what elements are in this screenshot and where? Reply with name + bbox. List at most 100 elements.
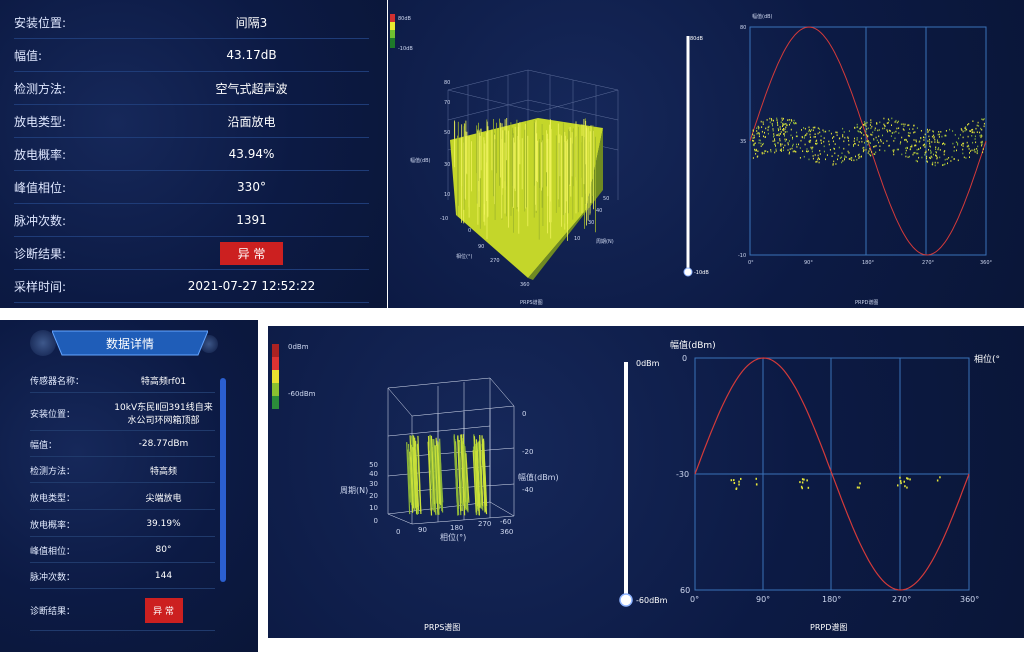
prpd-ylabel: 幅值(dB): [752, 13, 773, 20]
prpd-point: [781, 150, 782, 152]
prpd-point: [816, 160, 818, 163]
prpd-point: [940, 131, 942, 133]
prpd-point: [773, 134, 775, 137]
prpd-point: [878, 141, 880, 144]
prpd-point: [909, 478, 911, 481]
prpd-point: [935, 151, 937, 153]
prpd-point: [962, 148, 964, 151]
prpd-point: [878, 135, 880, 138]
prpd-point: [803, 137, 805, 139]
prpd-point: [817, 127, 819, 129]
prpd-point: [819, 150, 821, 152]
prpd-point: [971, 129, 973, 131]
prpd-point: [870, 133, 872, 136]
prpd-point: [962, 136, 964, 139]
prpd-point: [903, 129, 905, 131]
y-tick: 60: [680, 586, 690, 595]
prpd-point: [952, 130, 954, 132]
bottom-prps-chart: 0dBm -60dBm 0 -20 -40 -60 幅值(dBm) 周期(N) …: [272, 343, 559, 632]
prpd-point: [971, 135, 973, 137]
prpd-point: [908, 135, 910, 137]
prpd-point: [851, 159, 853, 161]
info-row: 检测方法： 特高频: [30, 458, 215, 483]
x-tick: 0: [468, 228, 471, 234]
top-prpd-chart: 80dB -10dB 幅值(dB) 80 35 -10 0° 90° 180° …: [683, 13, 993, 306]
prpd-point: [932, 161, 934, 164]
prpd-point: [784, 131, 786, 133]
prpd-point: [870, 121, 872, 124]
prpd-point: [775, 150, 777, 152]
prpd-point: [796, 131, 798, 134]
prpd-point: [863, 146, 865, 149]
prpd-point: [863, 121, 865, 123]
prpd-point: [835, 131, 837, 134]
prpd-point: [755, 153, 757, 155]
prpd-point: [784, 128, 786, 130]
info-value: 10kV东民Ⅱ回391线自来水公司环网箱顶部: [114, 403, 213, 426]
prpd-point: [779, 126, 781, 128]
info-value: 异 常: [134, 241, 369, 265]
prpd-point: [787, 142, 789, 144]
prpd-point: [833, 136, 835, 138]
prpd-point: [935, 148, 937, 150]
prpd-point: [844, 155, 846, 157]
prps-caption: PRPS谱图: [424, 622, 460, 632]
legend-top-label: 80dB: [398, 16, 412, 22]
prpd-point: [964, 127, 966, 130]
prpd-amplitude-slider[interactable]: 80dB -10dB: [683, 36, 709, 277]
prpd-point: [967, 123, 969, 126]
info-row: 安装位置: 间隔3: [14, 6, 369, 39]
prpd-point: [792, 143, 794, 146]
prpd-point: [853, 140, 855, 142]
prpd-point: [847, 137, 849, 139]
prpd-point: [910, 146, 912, 148]
prpd-point: [780, 121, 782, 123]
info-label: 诊断结果：: [30, 606, 76, 617]
prpd-point: [914, 131, 916, 133]
prpd-point: [753, 136, 755, 139]
prpd-point: [774, 151, 776, 154]
prpd-point: [891, 132, 893, 134]
prpd-point: [907, 147, 908, 149]
prpd-amplitude-slider[interactable]: 0dBm -60dBm: [619, 359, 668, 607]
prpd-point: [770, 150, 772, 153]
prpd-point: [941, 135, 943, 138]
prpd-point: [783, 129, 785, 132]
slider-top-label: 0dBm: [636, 359, 660, 368]
prpd-point: [733, 482, 736, 484]
prpd-point: [776, 121, 778, 124]
prpd-point: [856, 139, 858, 141]
prpd-point: [943, 142, 944, 145]
prpd-point: [838, 137, 840, 140]
prpd-point: [871, 151, 873, 153]
prpd-point: [761, 126, 763, 128]
prpd-point: [775, 145, 776, 147]
prpd-point: [828, 143, 830, 146]
info-label: 放电类型:: [14, 114, 67, 129]
x-tick: 360: [520, 282, 530, 288]
prpd-point: [923, 136, 924, 139]
prpd-point: [761, 143, 763, 146]
prpd-point: [915, 140, 917, 143]
prpd-point: [907, 124, 909, 127]
prpd-point: [831, 155, 833, 157]
prpd-point: [882, 127, 884, 130]
prpd-point: [933, 137, 935, 139]
prpd-point: [865, 122, 867, 125]
prpd-point: [796, 143, 797, 146]
prpd-point: [789, 148, 791, 150]
prpd-point: [834, 143, 836, 145]
prpd-point: [918, 148, 920, 150]
prpd-point: [918, 156, 920, 159]
prpd-point: [789, 122, 791, 124]
prpd-point: [937, 133, 939, 136]
bottom-prpd-chart: 0dBm -60dBm 幅值(dBm) 相位(° 0 -30 60 0° 90°…: [619, 339, 1000, 632]
prpd-point: [804, 135, 806, 137]
prpd-point: [884, 149, 886, 152]
bottom-scrollbar[interactable]: [220, 378, 226, 582]
prpd-point: [904, 139, 906, 141]
y-tick: 0: [682, 354, 687, 363]
prpd-point: [834, 152, 836, 155]
prpd-point: [916, 152, 918, 155]
x-tick: 90: [418, 526, 427, 534]
